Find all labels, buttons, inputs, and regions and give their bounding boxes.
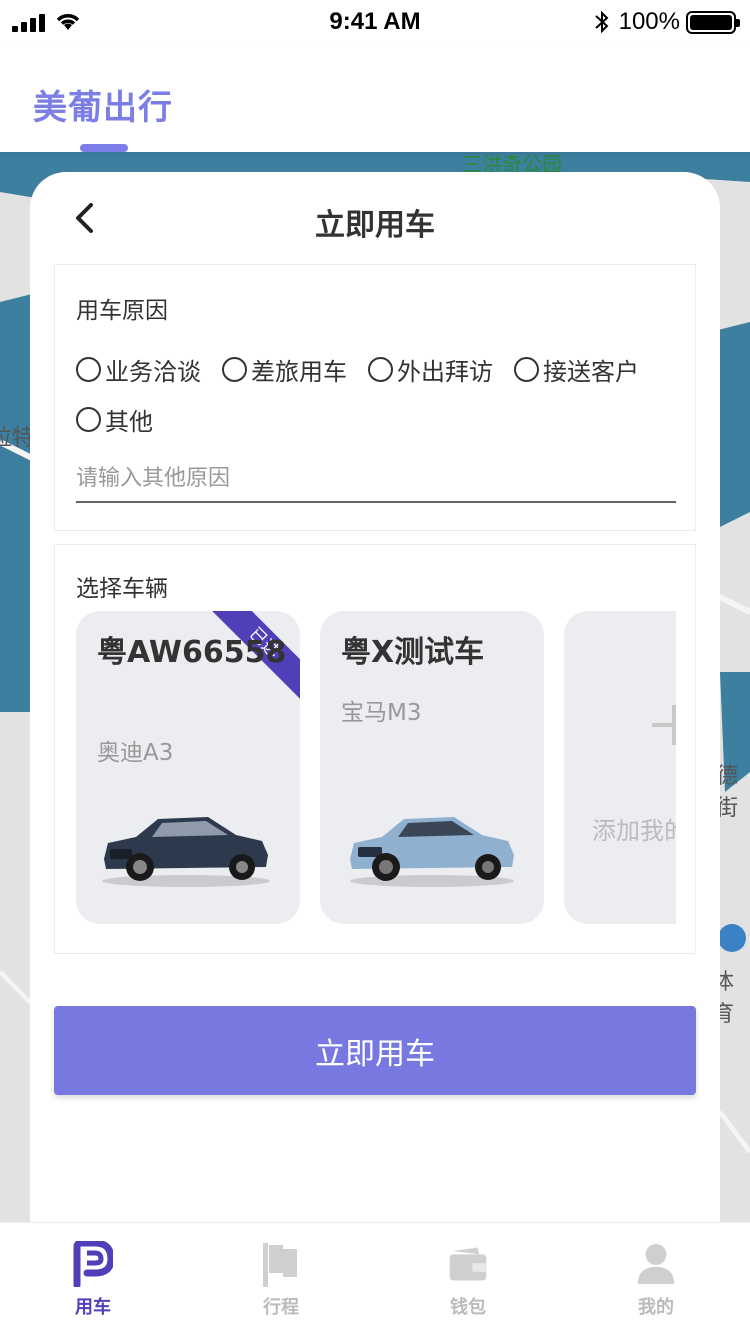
- battery-icon: [686, 11, 740, 34]
- reason-option-visit[interactable]: 外出拜访: [368, 353, 493, 386]
- reason-option-label: 其他: [105, 407, 153, 436]
- p-logo-icon: [73, 1241, 113, 1287]
- reason-option-label: 业务洽谈: [105, 357, 201, 386]
- tab-label: 用车: [75, 1297, 111, 1318]
- brand-tab-indicator: [80, 144, 128, 152]
- reason-options-row-1: 业务洽谈 差旅用车 外出拜访 接送客户: [76, 353, 639, 386]
- car-image: [102, 817, 270, 887]
- flag-icon: [263, 1243, 297, 1287]
- add-vehicle-card[interactable]: 添加我的车: [564, 611, 676, 924]
- radio-icon: [76, 406, 101, 432]
- vehicle-carousel[interactable]: 已选 粤AW66558 奥迪A3 粤X测试车 宝马M3 添加我: [76, 611, 676, 925]
- tab-label: 钱包: [450, 1297, 486, 1318]
- radio-icon: [368, 356, 393, 382]
- vehicle-plate: 粤AW66558: [97, 635, 287, 670]
- reason-option-label: 接送客户: [543, 357, 639, 386]
- reason-option-pickup[interactable]: 接送客户: [514, 353, 639, 386]
- radio-icon: [514, 356, 539, 382]
- tab-profile[interactable]: 我的: [596, 1223, 716, 1334]
- reason-option-other[interactable]: 其他: [76, 403, 153, 436]
- vehicle-plate: 粤X测试车: [341, 635, 485, 670]
- vehicle-card-selected[interactable]: 已选 粤AW66558 奥迪A3: [76, 611, 300, 924]
- map-label-street-right: 德街: [716, 764, 739, 821]
- vehicle-label: 选择车辆: [76, 576, 168, 602]
- ride-request-sheet: 立即用车 用车原因 业务洽谈 差旅用车 外出拜访 接送客户 其他 请输入其他原因…: [30, 172, 720, 1234]
- other-reason-input[interactable]: [76, 455, 676, 503]
- reason-option-label: 差旅用车: [251, 357, 347, 386]
- vehicle-model: 奥迪A3: [97, 740, 174, 766]
- tab-label: 行程: [263, 1297, 299, 1318]
- tab-bar: 用车 行程 钱包 我的: [0, 1222, 750, 1334]
- map-label-street-left: 拉特: [0, 426, 35, 451]
- radio-icon: [76, 356, 101, 382]
- reason-options-row-2: 其他: [76, 403, 174, 436]
- reason-option-business[interactable]: 业务洽谈: [76, 353, 201, 386]
- request-ride-button[interactable]: 立即用车: [54, 1006, 696, 1095]
- car-image: [350, 817, 514, 887]
- reason-option-travel[interactable]: 差旅用车: [222, 353, 347, 386]
- plus-icon: [652, 705, 676, 745]
- reason-section: 用车原因 业务洽谈 差旅用车 外出拜访 接送客户 其他: [54, 264, 696, 531]
- reason-option-label: 外出拜访: [397, 357, 493, 386]
- battery-percent: 100%: [618, 8, 680, 35]
- brand-title: 美葡出行: [33, 88, 173, 128]
- wallet-icon: [449, 1247, 487, 1281]
- status-bar: 9:41 AM 100%: [0, 0, 750, 44]
- tab-ride[interactable]: 用车: [33, 1223, 153, 1334]
- tab-label: 我的: [638, 1297, 674, 1318]
- tab-wallet[interactable]: 钱包: [408, 1223, 528, 1334]
- reason-label: 用车原因: [76, 298, 168, 324]
- radio-icon: [222, 356, 247, 382]
- tab-trips[interactable]: 行程: [221, 1223, 341, 1334]
- vehicle-model: 宝马M3: [341, 700, 422, 726]
- user-icon: [637, 1244, 675, 1284]
- vehicle-card[interactable]: 粤X测试车 宝马M3: [320, 611, 544, 924]
- sheet-title: 立即用车: [315, 208, 435, 243]
- bluetooth-icon: [595, 10, 609, 34]
- add-vehicle-label: 添加我的车: [592, 817, 676, 845]
- vehicle-section: 选择车辆 已选 粤AW66558 奥迪A3 粤X测试车 宝马M3 添加我: [54, 544, 696, 954]
- app-header: 美葡出行: [0, 44, 750, 152]
